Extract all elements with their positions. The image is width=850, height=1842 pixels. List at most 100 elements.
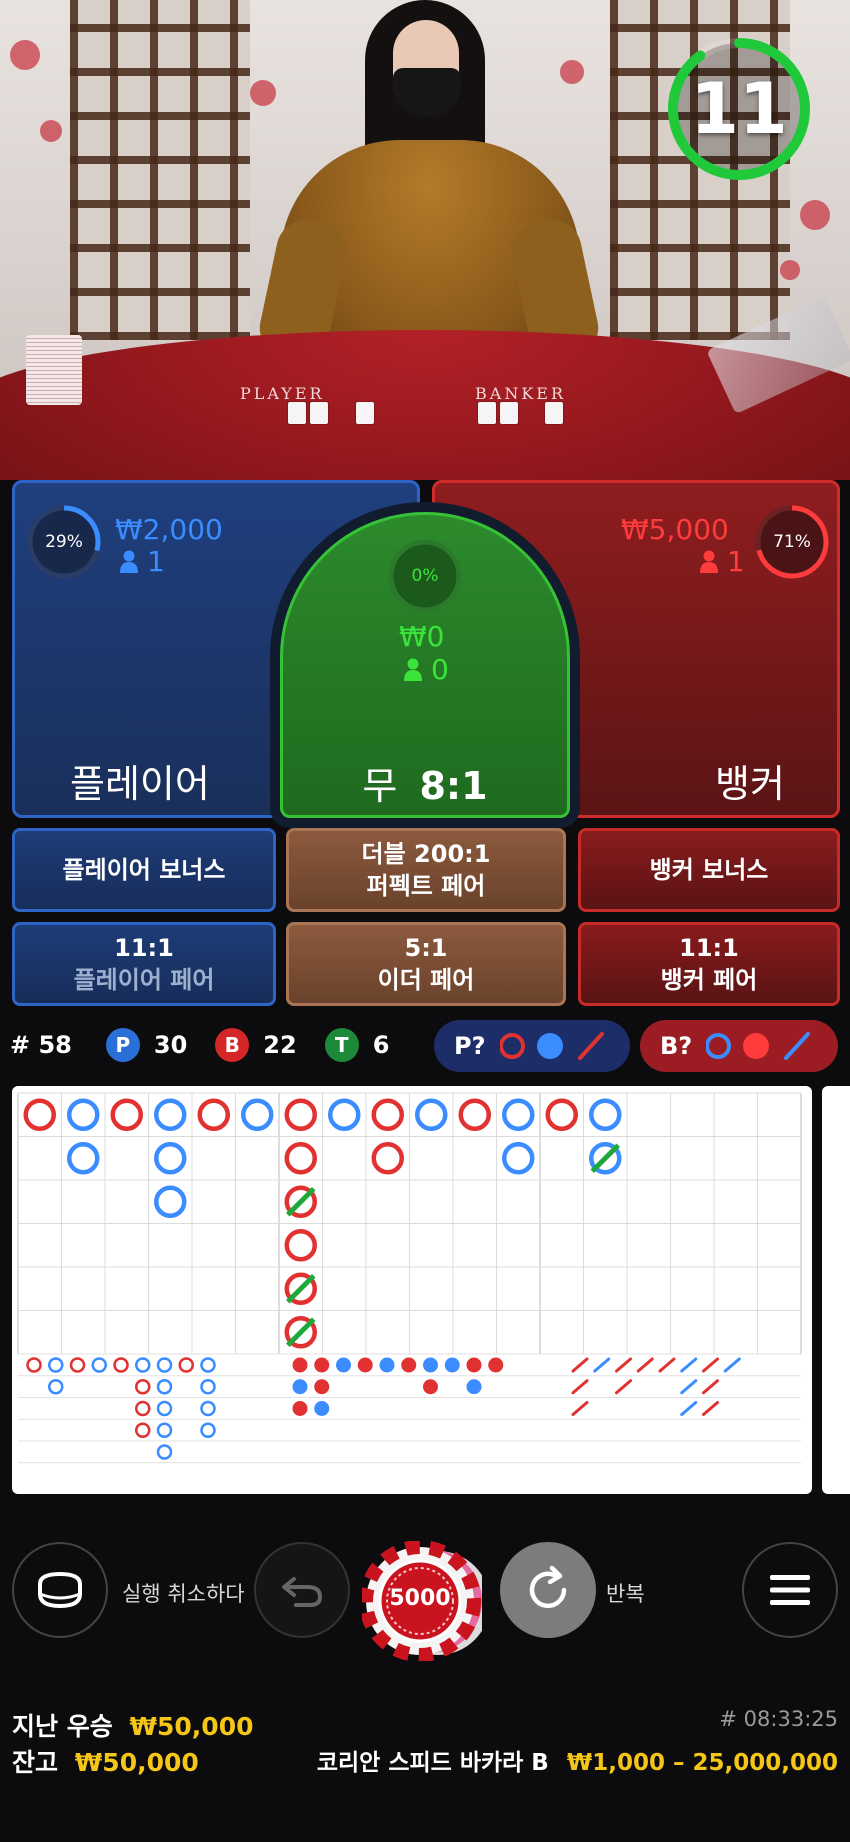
banker-bet-amount: ₩5,000 xyxy=(621,513,729,546)
derived-road-mark xyxy=(658,1357,676,1373)
banker-percent: 71% xyxy=(773,532,811,552)
bet-spot-banker-bonus[interactable]: 뱅커 보너스 xyxy=(578,828,840,912)
banker-pair-label: 뱅커 페어 xyxy=(660,966,758,994)
menu-button[interactable] xyxy=(742,1542,838,1638)
scoreboard[interactable] xyxy=(12,1086,812,1494)
tie-odds: 8:1 xyxy=(419,764,488,808)
tie-label-group: 무 8:1 xyxy=(283,755,567,810)
derived-road-mark xyxy=(379,1357,395,1373)
banker-label: 뱅커 xyxy=(715,762,785,806)
road-mark xyxy=(284,1272,317,1305)
road-mark xyxy=(154,1098,187,1131)
undo-icon xyxy=(282,1577,323,1607)
repeat-button[interactable] xyxy=(500,1542,596,1638)
road-mark xyxy=(458,1098,491,1131)
table-name: 코리안 스피드 바카라 B xyxy=(316,1750,549,1776)
last-win-value: ₩50,000 xyxy=(129,1712,254,1741)
tie-bet-amount: ₩0 xyxy=(399,620,445,653)
road-mark xyxy=(589,1098,622,1131)
derived-road-mark xyxy=(200,1422,216,1438)
road-mark xyxy=(545,1098,578,1131)
banker-pair-odds: 11:1 xyxy=(679,934,739,962)
undo-button[interactable] xyxy=(254,1542,350,1638)
menu-icon xyxy=(770,1575,810,1605)
repeat-icon xyxy=(529,1566,567,1609)
banker-bettor-count: 1 xyxy=(727,545,745,578)
perfect-pair-label: 퍼펙트 페어 xyxy=(366,872,486,900)
player-card xyxy=(310,402,328,424)
road-mark xyxy=(23,1098,56,1131)
derived-road-mark xyxy=(156,1357,173,1373)
road-mark xyxy=(371,1098,404,1131)
bet-spot-banker-pair[interactable]: 11:1 뱅커 페어 xyxy=(578,922,840,1006)
derived-road-mark xyxy=(702,1379,719,1395)
prediction-icons xyxy=(706,1032,811,1060)
bet-spot-either-pair[interactable]: 5:1 이더 페어 xyxy=(286,922,566,1006)
road-mark xyxy=(284,1142,317,1175)
road-mark xyxy=(415,1098,448,1131)
road-mark xyxy=(197,1098,230,1131)
undo-label: 실행 취소하다 xyxy=(122,1582,245,1606)
blossom-decor xyxy=(250,80,276,106)
derived-road-mark xyxy=(200,1379,216,1395)
bet-spot-player-pair[interactable]: 11:1 플레이어 페어 xyxy=(12,922,276,1006)
derived-road-mark xyxy=(156,1400,173,1417)
road-mark xyxy=(67,1098,100,1131)
player-bet-amount: ₩2,000 xyxy=(115,513,223,546)
derived-road-mark xyxy=(680,1401,698,1416)
banker-prediction-label: B? xyxy=(660,1032,693,1060)
table-limits: ₩1,000 – 25,000,000 xyxy=(566,1750,838,1776)
player-icon xyxy=(404,658,422,681)
derived-road-mark xyxy=(200,1357,216,1373)
derived-road-mark xyxy=(423,1357,438,1373)
table-view-button[interactable] xyxy=(12,1542,108,1638)
road-mark xyxy=(284,1185,317,1218)
road-mark xyxy=(502,1142,535,1175)
table-player-text: PLAYER xyxy=(240,384,325,403)
player-icon xyxy=(700,550,718,573)
banker-prediction-button[interactable]: B? xyxy=(640,1020,838,1072)
derived-road-mark xyxy=(615,1379,632,1395)
bet-spot-tie[interactable]: 0% ₩0 0 무 8:1 xyxy=(280,512,570,818)
decor-screen-left xyxy=(70,0,250,340)
derived-road-mark xyxy=(466,1357,482,1373)
tie-label: 무 xyxy=(362,764,398,808)
blossom-decor xyxy=(10,40,40,70)
derived-road-mark xyxy=(135,1422,151,1438)
derived-road-mark xyxy=(292,1357,308,1373)
derived-road-mark xyxy=(423,1379,438,1395)
derived-road-mark xyxy=(178,1357,194,1373)
player-percent: 29% xyxy=(45,532,83,552)
total-rounds: # 58 xyxy=(10,1031,72,1059)
derived-road-mark xyxy=(48,1357,64,1373)
derived-road-mark xyxy=(113,1357,129,1373)
prediction-icons xyxy=(499,1032,604,1060)
tie-wins-count: 6 xyxy=(372,1031,390,1059)
banker-card xyxy=(500,402,518,424)
derived-road-mark xyxy=(314,1401,330,1416)
tie-bettor-count: 0 xyxy=(431,653,449,686)
scoreboard-scroll-edge[interactable] xyxy=(822,1086,850,1494)
repeat-label: 반복 xyxy=(606,1582,645,1606)
chip-value: 5000 xyxy=(389,1586,451,1611)
bet-spot-perfect-pair[interactable]: 더블 200:1 퍼펙트 페어 xyxy=(286,828,566,912)
player-card xyxy=(288,402,306,424)
derived-road-mark xyxy=(615,1357,632,1373)
player-pair-label: 플레이어 페어 xyxy=(73,966,215,994)
banker-wins-count: 22 xyxy=(263,1031,297,1059)
road-mark xyxy=(154,1185,187,1218)
derived-road-mark xyxy=(571,1379,589,1395)
derived-road-mark xyxy=(200,1400,216,1417)
road-mark xyxy=(589,1142,622,1175)
bet-spot-player-bonus[interactable]: 플레이어 보너스 xyxy=(12,828,276,912)
game-screen: PLAYER BANKER 11 29% ₩2,000 1 플레이어 71% ₩… xyxy=(0,0,850,1842)
player-prediction-button[interactable]: P? xyxy=(434,1020,630,1072)
derived-road-mark xyxy=(401,1357,417,1373)
derived-road-mark xyxy=(69,1357,86,1373)
last-win: 지난 우승 ₩50,000 xyxy=(12,1707,254,1743)
player-pair-odds: 11:1 xyxy=(114,934,174,962)
card-deck xyxy=(26,335,82,405)
player-card xyxy=(356,402,374,424)
round-stats: # 58 P 30 B 22 T 6 xyxy=(10,1020,389,1070)
road-mark xyxy=(110,1098,143,1131)
